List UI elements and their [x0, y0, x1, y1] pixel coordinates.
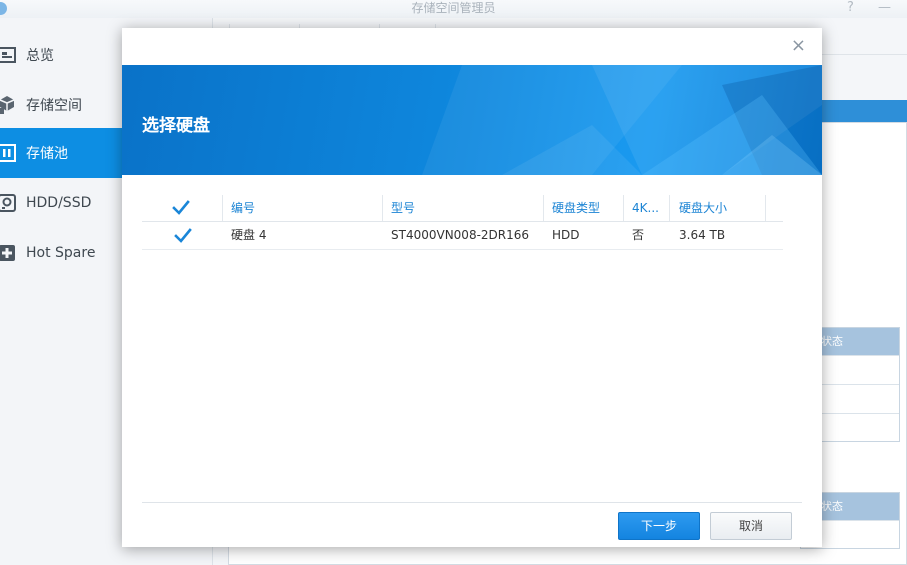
- column-header-4k[interactable]: 4K...: [632, 195, 668, 221]
- minimize-button[interactable]: —: [878, 0, 891, 16]
- disk-type: HDD: [552, 228, 580, 242]
- cancel-button[interactable]: 取消: [710, 512, 792, 540]
- select-disk-dialog: × 选择硬盘 编号 型号 硬盘类型 4K... 硬盘大小 硬盘 4 ST4000…: [122, 28, 822, 547]
- disk-model: ST4000VN008-2DR166: [391, 228, 530, 242]
- help-button[interactable]: ?: [847, 0, 854, 16]
- next-button[interactable]: 下一步: [618, 512, 700, 540]
- column-header-number[interactable]: 编号: [231, 195, 381, 221]
- dialog-header: ×: [122, 28, 822, 65]
- column-header-size[interactable]: 硬盘大小: [679, 195, 763, 221]
- banner-decoration: [422, 65, 822, 175]
- disk-number: 硬盘 4: [231, 228, 267, 242]
- app-title: 存储空间管理员: [411, 1, 496, 15]
- disk-icon: [0, 192, 18, 214]
- column-header-model[interactable]: 型号: [391, 195, 541, 221]
- app-title-bar: 存储空间管理员 ? —: [0, 0, 907, 18]
- dialog-title: 选择硬盘: [142, 116, 210, 136]
- table-header-row: 编号 型号 硬盘类型 4K... 硬盘大小: [142, 195, 783, 222]
- sidebar-item-label: 总览: [26, 48, 54, 64]
- select-all-checkbox[interactable]: [172, 200, 190, 216]
- overview-icon: [0, 44, 18, 66]
- close-icon[interactable]: ×: [791, 36, 806, 56]
- app-logo: [0, 2, 7, 15]
- hot-spare-icon: [0, 242, 18, 264]
- disk-table: 编号 型号 硬盘类型 4K... 硬盘大小 硬盘 4 ST4000VN008-2…: [142, 195, 783, 250]
- storage-space-icon: [0, 94, 18, 116]
- sidebar-item-label: 存储空间: [26, 98, 82, 114]
- storage-pool-icon: [0, 142, 18, 164]
- column-header-disk-type[interactable]: 硬盘类型: [552, 195, 622, 221]
- table-row[interactable]: 硬盘 4 ST4000VN008-2DR166 HDD 否 3.64 TB: [142, 222, 783, 250]
- sidebar-item-label: 存储池: [26, 146, 68, 162]
- disk-size: 3.64 TB: [679, 228, 726, 242]
- sidebar-item-label: Hot Spare: [26, 245, 96, 261]
- sidebar-item-label: HDD/SSD: [26, 195, 92, 211]
- dialog-banner: 选择硬盘: [122, 65, 822, 175]
- disk-4k: 否: [632, 228, 645, 242]
- row-checkbox[interactable]: [174, 228, 192, 244]
- footer-divider: [142, 502, 802, 503]
